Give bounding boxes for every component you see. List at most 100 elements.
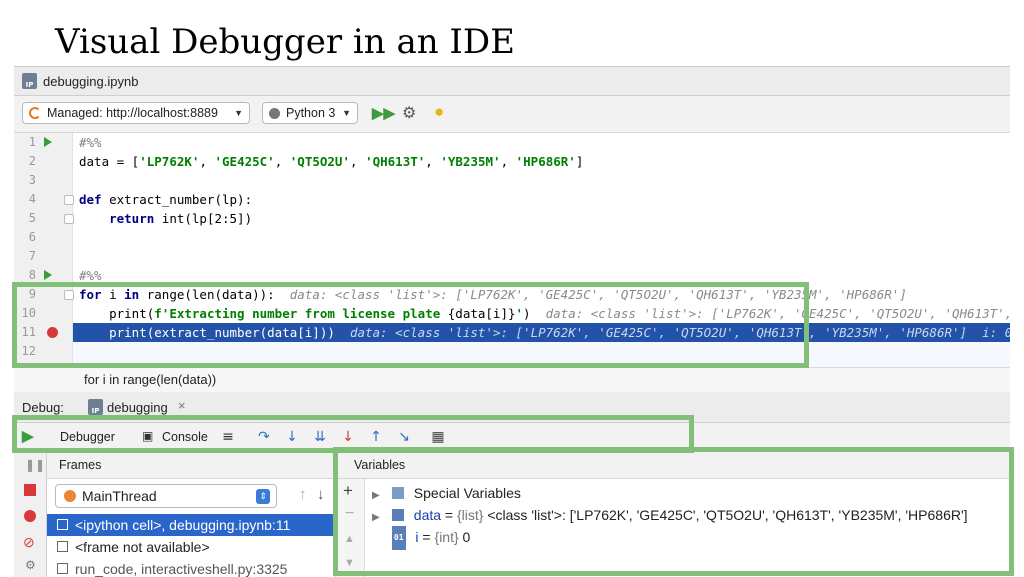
line-number: 7 xyxy=(28,249,36,263)
code-editor[interactable]: 1 2 3 4 5 6 7 8 9 10 11 12 #%% data = ['… xyxy=(14,133,1010,428)
menu-icon[interactable]: ≡ xyxy=(220,429,236,445)
variable-row-special[interactable]: ▶ Special Variables xyxy=(372,482,521,504)
run-to-cursor-icon[interactable]: ↘ xyxy=(396,429,412,445)
breadcrumb[interactable]: for i in range(len(data)) xyxy=(14,367,1010,393)
frame-icon xyxy=(57,519,68,530)
breakpoint-icon[interactable] xyxy=(47,327,58,338)
code-line: #%% xyxy=(79,268,102,283)
line-number: 5 xyxy=(28,211,36,225)
tab-debugger[interactable]: Debugger xyxy=(60,430,115,444)
frame-row[interactable]: <frame not available> xyxy=(47,536,335,558)
frame-row[interactable]: run_code, interactiveshell.py:3325 xyxy=(47,558,335,577)
frame-icon xyxy=(57,541,68,552)
line-number: 6 xyxy=(28,230,36,244)
next-frame-icon[interactable]: ↓ xyxy=(317,486,325,503)
notebook-file-icon: IP xyxy=(22,73,37,89)
debugger-toolbar: ▶ Debugger ▣ Console ≡ ↷ ↓ ⇊ ↓ ↑ ↘ ▦ xyxy=(14,423,1010,452)
remove-watch-icon[interactable]: − xyxy=(345,505,354,523)
code-line: return int(lp[2:5]) xyxy=(109,211,253,226)
frames-header: Frames xyxy=(47,452,335,479)
variables-panel: Variables + − ▲ ▼ ▶ Special Variables ▶ … xyxy=(336,452,1010,577)
frame-icon xyxy=(57,563,68,574)
debug-label: Debug: xyxy=(22,400,64,415)
run-cell-icon[interactable] xyxy=(44,137,52,147)
breadcrumb-item[interactable]: for i in range(len(data)) xyxy=(84,372,216,387)
mute-breakpoints-icon[interactable]: ⊘ xyxy=(23,534,35,551)
resume-program-icon[interactable]: ▶ xyxy=(22,427,34,445)
variables-side-strip: + − ▲ ▼ xyxy=(336,479,365,577)
code-area[interactable]: #%% data = ['LP762K', 'GE425C', 'QT5O2U'… xyxy=(73,133,1010,367)
line-number: 11 xyxy=(21,325,36,339)
variables-title: Variables xyxy=(354,458,406,472)
thread-select[interactable]: MainThread ⇕ xyxy=(55,484,277,508)
current-execution-line: print(extract_number(data[i])) data: <cl… xyxy=(73,323,1010,342)
server-select-label: Managed: http://localhost:8889 xyxy=(47,106,218,120)
stop-icon[interactable] xyxy=(24,484,36,496)
gutter-markers: 1 2 3 4 5 6 7 8 9 10 11 12 xyxy=(14,133,74,367)
line-number: 3 xyxy=(28,173,36,187)
force-step-into-icon[interactable]: ↓ xyxy=(340,429,356,445)
code-line: print(f'Extracting number from license p… xyxy=(73,304,1010,323)
run-all-icon[interactable]: ▶▶ xyxy=(372,104,395,122)
chevron-updown-icon: ⇕ xyxy=(256,488,270,504)
view-breakpoints-icon[interactable] xyxy=(24,510,36,522)
line-number: 2 xyxy=(28,154,36,168)
inline-value-hint: data: <class 'list'>: ['LP762K', 'GE425C… xyxy=(349,325,968,340)
evaluate-expression-icon[interactable]: ▦ xyxy=(430,429,446,445)
line-number: 4 xyxy=(28,192,36,206)
frames-panel: Frames MainThread ⇕ ↑ ↓ <ipython cell>, … xyxy=(47,452,336,577)
close-icon[interactable]: × xyxy=(178,398,186,413)
python-kernel-icon xyxy=(269,107,280,119)
kernel-select-label: Python 3 xyxy=(286,106,336,120)
line-number: 12 xyxy=(21,344,36,358)
thread-select-label: MainThread xyxy=(82,488,157,504)
inline-value-hint: data: <class 'list'>: ['LP762K', 'GE425C… xyxy=(289,287,907,302)
move-down-icon[interactable]: ▼ xyxy=(344,557,355,569)
notebook-tab-label: debugging.ipynb xyxy=(43,73,139,89)
line-number: 8 xyxy=(28,268,36,282)
step-into-my-code-icon[interactable]: ⇊ xyxy=(312,429,328,445)
chevron-down-icon: ▼ xyxy=(342,108,351,118)
code-line: data = ['LP762K', 'GE425C', 'QT5O2U', 'Q… xyxy=(79,154,584,169)
ide-window: IP debugging.ipynb Managed: http://local… xyxy=(14,66,1010,577)
code-line: def extract_number(lp): xyxy=(79,192,253,207)
special-variables-icon xyxy=(391,487,404,499)
settings-icon[interactable]: ⚙ xyxy=(25,558,36,572)
notebook-file-icon: IP xyxy=(88,399,103,415)
add-watch-icon[interactable]: + xyxy=(343,481,353,501)
debug-session-tab[interactable]: debugging xyxy=(107,400,168,415)
move-up-icon[interactable]: ▲ xyxy=(344,533,355,545)
pause-icon[interactable]: ❚❚ xyxy=(25,458,45,472)
editor-tab-bar: IP debugging.ipynb xyxy=(14,67,1010,96)
variable-row-data[interactable]: ▶ data = {list} <class 'list'>: ['LP762K… xyxy=(372,504,968,526)
code-line: for i in range(len(data)): data: <class … xyxy=(79,287,907,302)
step-over-icon[interactable]: ↷ xyxy=(256,429,272,445)
line-number: 9 xyxy=(28,287,36,301)
console-icon: ▣ xyxy=(142,429,154,443)
thread-icon xyxy=(64,490,76,502)
variables-header: Variables xyxy=(336,452,1010,479)
previous-frame-icon[interactable]: ↑ xyxy=(299,486,307,503)
debug-tool-window-header: Debug: IP debugging × xyxy=(14,392,1010,423)
server-status-icon xyxy=(29,107,41,119)
step-out-icon[interactable]: ↑ xyxy=(368,429,384,445)
inline-value-hint: data: <class 'list'>: ['LP762K', 'GE425C… xyxy=(545,306,1010,321)
run-cell-icon[interactable] xyxy=(44,270,52,280)
variable-row-i[interactable]: 01 i = {int} 0 xyxy=(372,526,470,550)
int-type-icon: 01 xyxy=(391,526,406,550)
debug-cell-icon[interactable]: ⚙ xyxy=(402,103,416,123)
server-select[interactable]: Managed: http://localhost:8889 ▼ xyxy=(22,102,250,124)
line-number: 1 xyxy=(28,135,36,149)
line-number: 10 xyxy=(21,306,36,320)
frame-row[interactable]: <ipython cell>, debugging.ipynb:11 xyxy=(47,514,335,536)
slide-title: Visual Debugger in an IDE xyxy=(55,22,515,62)
step-into-icon[interactable]: ↓ xyxy=(284,429,300,445)
kernel-select[interactable]: Python 3 ▼ xyxy=(262,102,358,124)
debug-side-strip: ❚❚ ⊘ ⚙ xyxy=(14,452,47,577)
chevron-down-icon: ▼ xyxy=(234,108,243,118)
tab-console[interactable]: Console xyxy=(162,430,208,444)
list-type-icon xyxy=(391,509,404,521)
notebook-toolbar: Managed: http://localhost:8889 ▼ Python … xyxy=(14,96,1010,133)
notebook-tab[interactable]: IP debugging.ipynb xyxy=(22,67,138,95)
lightbulb-icon[interactable]: ● xyxy=(434,102,444,122)
